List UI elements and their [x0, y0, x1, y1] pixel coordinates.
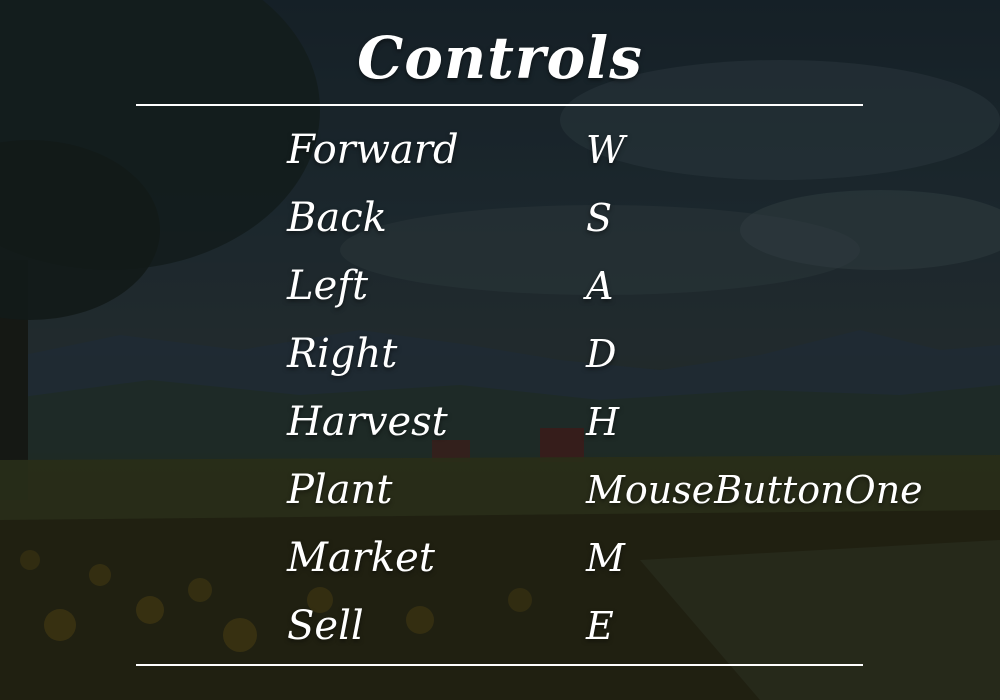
- key-binding: M: [586, 536, 625, 580]
- control-row-harvest: Harvest H: [0, 390, 1000, 458]
- control-row-back: Back S: [0, 186, 1000, 254]
- key-binding: H: [586, 400, 620, 444]
- controls-panel: Controls Forward W Back S Left A Right D…: [0, 0, 1000, 700]
- control-row-forward: Forward W: [0, 118, 1000, 186]
- control-row-market: Market M: [0, 526, 1000, 594]
- divider-bottom: [136, 664, 863, 666]
- action-label: Sell: [287, 603, 364, 649]
- divider-top: [136, 104, 863, 106]
- key-binding: D: [586, 332, 617, 376]
- action-label: Forward: [287, 127, 459, 173]
- page-title: Controls: [357, 24, 643, 92]
- control-row-plant: Plant MouseButtonOne: [0, 458, 1000, 526]
- action-label: Harvest: [287, 399, 448, 445]
- control-row-sell: Sell E: [0, 594, 1000, 662]
- controls-list: Forward W Back S Left A Right D Harvest …: [0, 118, 1000, 662]
- key-binding: W: [586, 128, 626, 172]
- action-label: Right: [287, 331, 398, 377]
- action-label: Plant: [287, 467, 393, 513]
- key-binding: E: [586, 604, 614, 648]
- key-binding: S: [586, 196, 613, 240]
- key-binding: A: [586, 264, 614, 308]
- control-row-left: Left A: [0, 254, 1000, 322]
- controls-screen: Controls Forward W Back S Left A Right D…: [0, 0, 1000, 700]
- key-binding: MouseButtonOne: [586, 468, 923, 512]
- action-label: Left: [287, 263, 369, 309]
- action-label: Market: [287, 535, 435, 581]
- action-label: Back: [287, 195, 387, 241]
- control-row-right: Right D: [0, 322, 1000, 390]
